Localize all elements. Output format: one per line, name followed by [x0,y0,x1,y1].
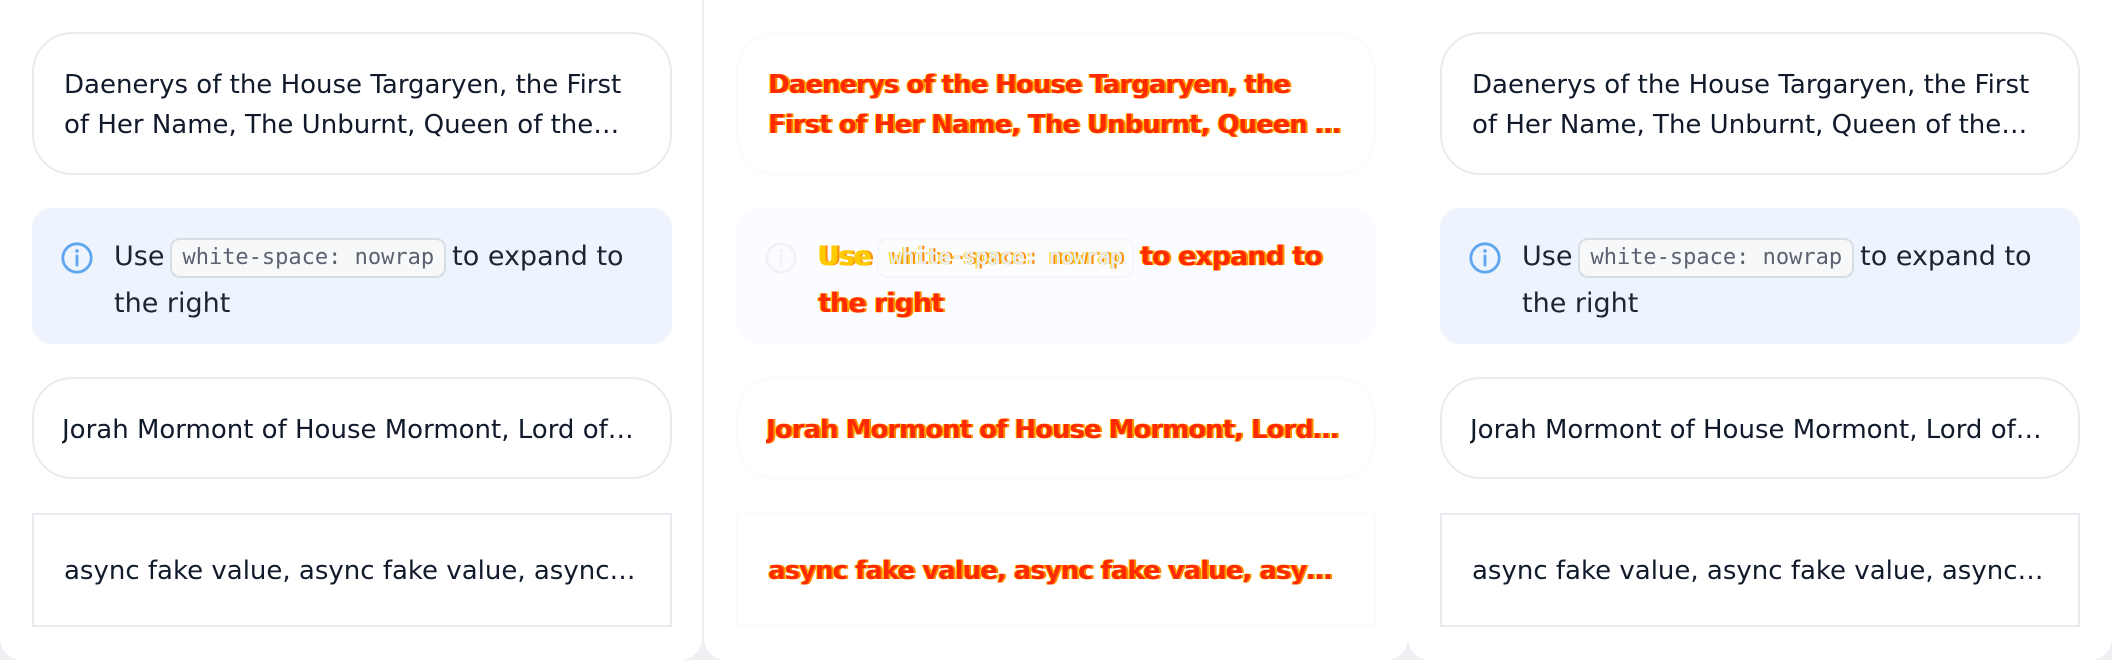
async-value-box: async fake value, async fake value, asyn… [32,513,672,627]
jorah-text: Jorah Mormont of House Mormont, Lord of … [1470,415,2050,445]
jorah-card: Jorah Mormont of House Mormont, Lord of … [1440,377,2080,479]
info-icon [1469,242,1501,274]
async-value-text: async fake value, async fake value, asyn… [64,556,640,586]
hint-text: Use white-space: nowrap to expand to the r… [818,233,1352,327]
daenerys-text: Daenerys of the House Targaryen, the Fir… [1472,70,2030,140]
async-value-box: async fake value, async fake value, asyn… [1440,513,2080,627]
daenerys-text: Daenerys of the House Targaryen, the Fir… [768,70,1343,140]
demo-stage: Daenerys of the House Targaryen, the Fir… [0,0,2112,660]
daenerys-card: Daenerys of the House Targaryen, the Fir… [736,32,1376,175]
hint-prefix: Use [818,241,872,272]
async-value-text: async fake value, async fake value, asyn… [768,556,1344,586]
nowrap-code: white-space: nowrap [170,237,447,278]
info-icon [765,242,797,274]
hint-prefix: Use [114,241,165,272]
right-demo-panel: Daenerys of the House Targaryen, the Fir… [1408,0,2112,660]
jorah-card: Jorah Mormont of House Mormont, Lord of … [736,377,1376,479]
hint-text: Use white-space: nowrap to expand to the r… [1522,233,2056,327]
jorah-text: Jorah Mormont of House Mormont, Lord of … [62,415,642,445]
info-icon [61,242,93,274]
jorah-card: Jorah Mormont of House Mormont, Lord of … [32,377,672,479]
nowrap-code: white-space: nowrap [1578,237,1855,278]
jorah-text: Jorah Mormont of House Mormont, Lord of … [766,415,1346,445]
async-value-text: async fake value, async fake value, asyn… [1472,556,2048,586]
info-hint: Use white-space: nowrap to expand to the r… [736,208,1376,344]
info-hint: Use white-space: nowrap to expand to the r… [1440,208,2080,344]
info-hint: Use white-space: nowrap to expand to the r… [32,208,672,344]
left-demo-panel: Daenerys of the House Targaryen, the Fir… [0,0,702,660]
daenerys-card: Daenerys of the House Targaryen, the Fir… [32,32,672,175]
hint-prefix: Use [1522,241,1573,272]
daenerys-text: Daenerys of the House Targaryen, the Fir… [64,70,622,140]
nowrap-code: white-space: nowrap [877,237,1134,278]
middle-demo-panel: Daenerys of the House Targaryen, the Fir… [704,0,1408,660]
async-value-box: async fake value, async fake value, asyn… [736,513,1376,627]
daenerys-card: Daenerys of the House Targaryen, the Fir… [1440,32,2080,175]
hint-text: Use white-space: nowrap to expand to the r… [114,233,648,327]
